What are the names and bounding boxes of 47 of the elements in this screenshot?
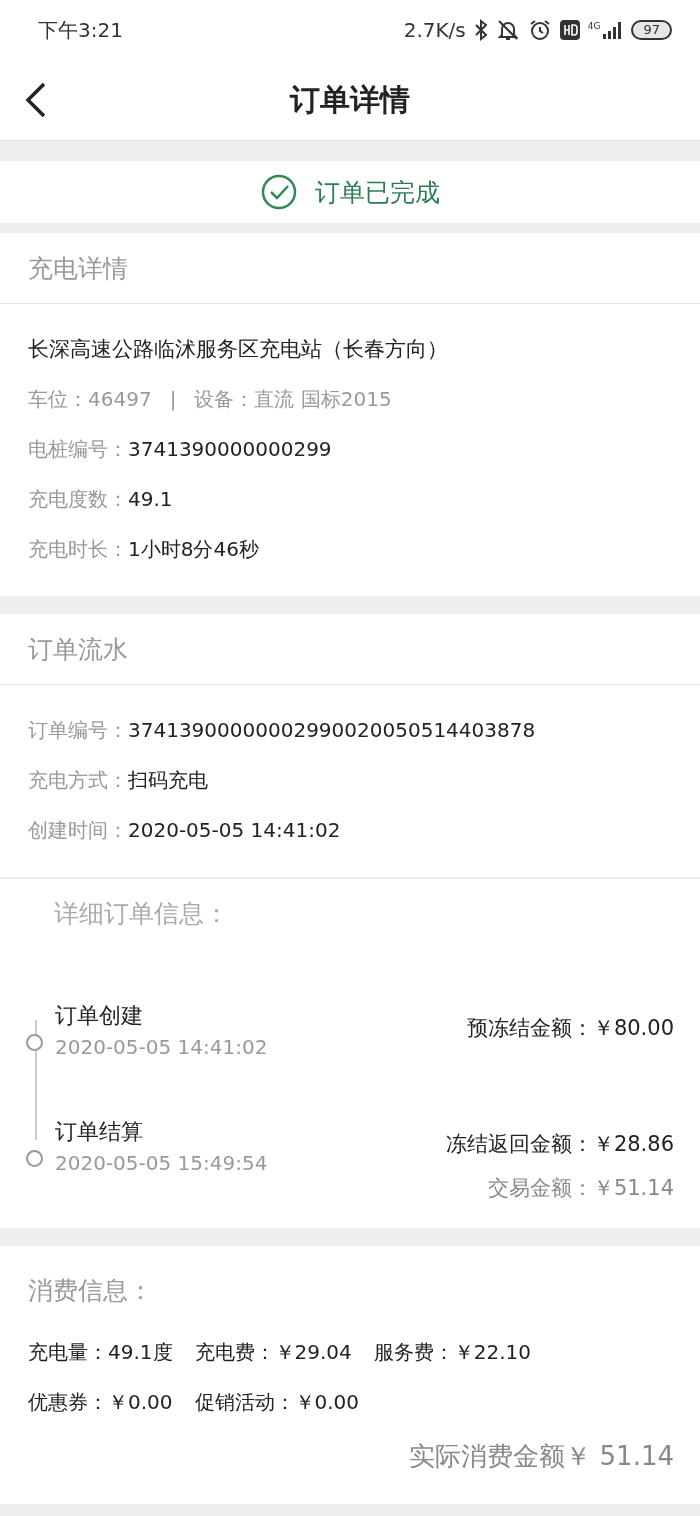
- field-label: 创建时间：: [28, 816, 128, 844]
- bluetooth-icon: [473, 19, 488, 41]
- order-status: 订单已完成: [314, 176, 440, 209]
- field-value: 37413900000002990020050514403878: [128, 718, 536, 742]
- field-value: 1小时8分46秒: [128, 535, 259, 563]
- clock-time: 下午3:21: [38, 16, 123, 44]
- fee-item: 充电量：49.1度: [28, 1338, 173, 1366]
- fee-item: 促销活动：￥0.00: [194, 1388, 360, 1416]
- field-label: 充电时长：: [28, 535, 128, 563]
- event-time: 2020-05-05 15:49:54: [55, 1150, 269, 1177]
- fee-item: 服务费：￥22.10: [373, 1338, 532, 1366]
- transaction-amount: 交易金额：￥51.14: [486, 1175, 674, 1202]
- network-type: 4G: [587, 21, 601, 31]
- battery-level: 97: [631, 20, 672, 40]
- event-title: 订单创建: [55, 1002, 144, 1030]
- muted-bell-icon: [495, 18, 520, 42]
- back-icon[interactable]: [24, 82, 48, 118]
- station-name: 长深高速公路临沭服务区充电站（长春方向）: [28, 336, 449, 363]
- station-meta: 车位：46497: [28, 385, 152, 413]
- total-amount: 实际消费金额￥ 51.14: [408, 1440, 674, 1473]
- signal-icon: [601, 21, 624, 39]
- check-circle-icon: [260, 174, 297, 210]
- station-meta: |: [169, 387, 177, 411]
- section-title: 充电详情: [0, 233, 700, 304]
- field-value: 3741390000000299: [128, 437, 332, 461]
- page-title: 订单详情: [290, 80, 410, 119]
- timeline-dot: [26, 1034, 43, 1051]
- section-title: 详细订单信息：: [53, 898, 230, 930]
- field-value: 2020-05-05 14:41:02: [128, 818, 341, 842]
- network-speed: 2.7K/s: [403, 18, 466, 42]
- field-label: 电桩编号：: [28, 435, 128, 463]
- field-label: 订单编号：: [28, 716, 128, 744]
- timeline-dot: [26, 1150, 43, 1167]
- station-meta: 设备：直流 国标2015: [194, 385, 392, 413]
- field-label: 充电度数：: [28, 485, 128, 513]
- hd-icon: [559, 20, 580, 40]
- section-title: 消费信息：: [28, 1275, 154, 1307]
- event-amount: 预冻结金额：￥80.00: [466, 1015, 674, 1042]
- event-amount: 冻结返回金额：￥28.86: [445, 1131, 674, 1158]
- event-time: 2020-05-05 14:41:02: [55, 1034, 269, 1061]
- fee-item: 优惠券：￥0.00: [28, 1388, 173, 1416]
- fee-item: 充电费：￥29.04: [194, 1338, 352, 1366]
- field-value: 49.1: [128, 487, 173, 511]
- field-label: 充电方式：: [28, 766, 128, 794]
- event-title: 订单结算: [55, 1118, 144, 1146]
- section-title: 订单流水: [0, 614, 700, 685]
- field-value: 扫码充电: [128, 766, 208, 794]
